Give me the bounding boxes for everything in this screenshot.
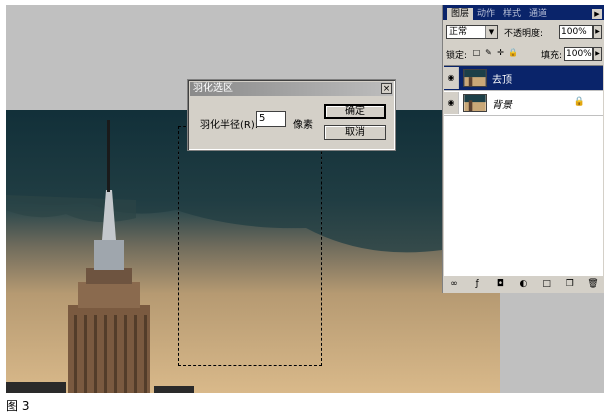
- dialog-title: 羽化选区: [193, 83, 233, 94]
- tab-actions[interactable]: 动作: [473, 8, 499, 20]
- lock-all-icon[interactable]: 🔒: [508, 47, 518, 58]
- chevron-down-icon[interactable]: ▼: [485, 26, 497, 38]
- new-layer-icon[interactable]: ❐: [563, 279, 577, 289]
- opacity-slider-arrow-icon[interactable]: ▶: [593, 25, 602, 39]
- layer-name: 背景: [492, 99, 512, 111]
- dialog-titlebar[interactable]: 羽化选区 ×: [190, 82, 393, 96]
- eye-icon[interactable]: ◉: [444, 67, 459, 89]
- close-icon[interactable]: ×: [381, 83, 392, 94]
- feather-radius-input[interactable]: 5: [256, 111, 286, 127]
- fill-label: 填充:: [541, 51, 563, 61]
- tab-styles[interactable]: 样式: [499, 8, 525, 20]
- figure-caption: 图 3: [6, 399, 30, 413]
- add-mask-icon[interactable]: ◘: [493, 279, 507, 289]
- lock-transparency-icon[interactable]: □: [472, 47, 481, 58]
- cancel-button[interactable]: 取消: [324, 125, 386, 140]
- blend-mode-select[interactable]: 正常 ▼: [446, 25, 498, 39]
- panel-menu-icon[interactable]: ▶: [592, 9, 602, 19]
- ok-button[interactable]: 确定: [324, 104, 386, 119]
- layers-list: ◉ 去顶 ◉ 背景 🔒: [444, 65, 603, 276]
- trash-icon[interactable]: 🗑: [586, 279, 600, 289]
- link-layers-icon[interactable]: ∞: [447, 279, 461, 289]
- tab-channels[interactable]: 通道: [525, 8, 551, 20]
- layer-row[interactable]: ◉ 背景 🔒: [444, 91, 603, 116]
- new-group-icon[interactable]: □: [540, 279, 554, 289]
- lock-position-icon[interactable]: ✛: [496, 47, 505, 58]
- opacity-label: 不透明度:: [504, 29, 544, 39]
- pixel-unit-label: 像素: [293, 120, 313, 131]
- eye-icon[interactable]: ◉: [444, 92, 459, 114]
- layer-name: 去顶: [492, 74, 512, 86]
- feather-radius-label: 羽化半径(R):: [200, 120, 259, 131]
- lock-label: 锁定:: [446, 51, 468, 61]
- tab-layers[interactable]: 图层: [447, 8, 474, 20]
- layer-thumbnail: [463, 69, 487, 87]
- panel-tabs: 图层 动作 样式 通道 ▶: [443, 5, 604, 20]
- fill-input[interactable]: 100%: [564, 47, 593, 61]
- layer-row[interactable]: ◉ 去顶: [444, 66, 603, 91]
- lock-image-icon[interactable]: ✎: [484, 47, 493, 58]
- layer-thumbnail: [463, 94, 487, 112]
- fill-slider-arrow-icon[interactable]: ▶: [593, 47, 602, 61]
- adjustment-layer-icon[interactable]: ◐: [516, 279, 530, 289]
- lock-icon: 🔒: [573, 97, 585, 107]
- layer-style-icon[interactable]: ƒ: [470, 279, 484, 289]
- opacity-input[interactable]: 100%: [559, 25, 593, 39]
- blend-mode-value: 正常: [449, 27, 468, 37]
- panel-bottom-toolbar: ∞ ƒ ◘ ◐ □ ❐ 🗑: [447, 277, 600, 291]
- marquee-selection: [178, 126, 322, 366]
- layers-panel: 图层 动作 样式 通道 ▶ 正常 ▼ 不透明度: 100% ▶ 锁定: □ ✎ …: [442, 5, 604, 293]
- feather-selection-dialog: 羽化选区 × 羽化半径(R): 5 像素 确定 取消: [187, 79, 396, 151]
